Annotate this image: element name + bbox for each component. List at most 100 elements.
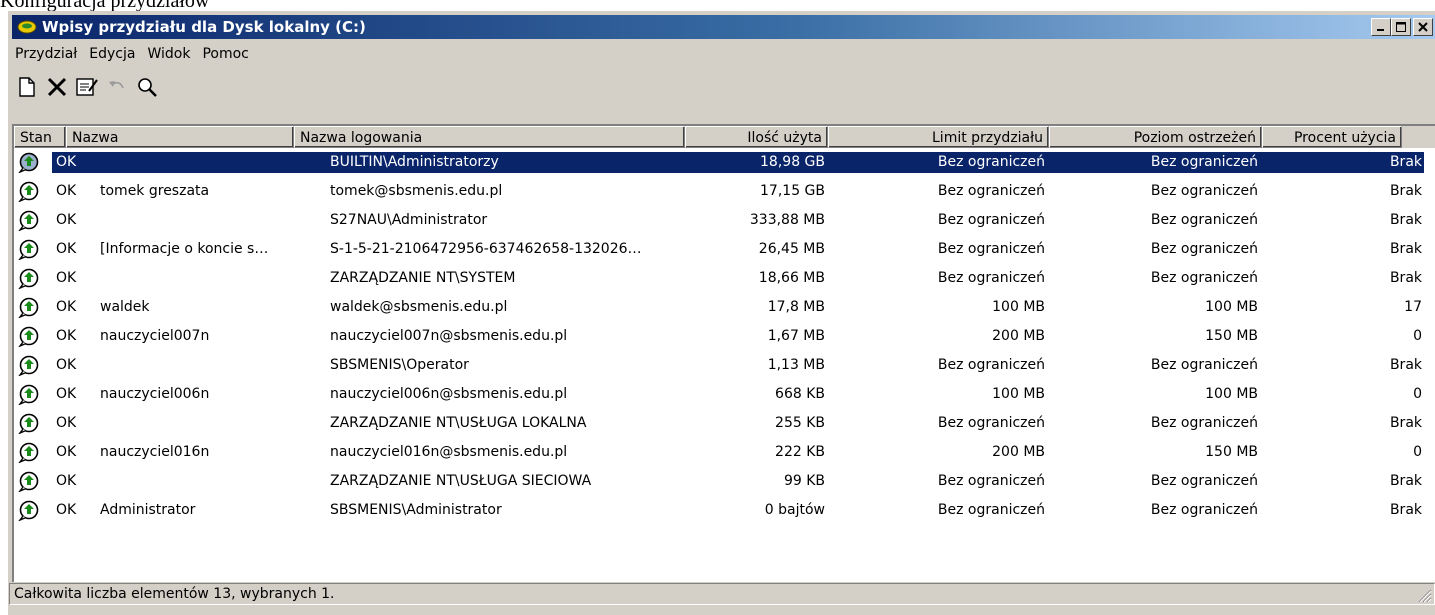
table-row[interactable]: OK ZARZĄDZANIE NT\USŁUGA SIECIOWA 99 KB Bez… (14, 467, 1435, 496)
cell-procent-uzycia: 0 (1413, 386, 1422, 402)
status-bar: Całkowita liczba elementów 13, wybranych… (9, 583, 1435, 605)
cell-nazwa-logowania: waldek@sbsmenis.edu.pl (330, 299, 508, 315)
table-row[interactable]: OK S27NAU\Administrator 333,88 MB Bez ogran… (14, 206, 1435, 235)
cell-nazwa: waldek (100, 299, 150, 315)
cell-procent-uzycia: Brak (1389, 502, 1422, 518)
col-header-poziom-ostrzezen[interactable]: Poziom ostrzeżeń (1049, 126, 1262, 148)
table-row[interactable]: OK nauczyciel006n nauczyciel006n@sbsmenis.… (14, 380, 1435, 409)
cell-nazwa-logowania: nauczyciel007n@sbsmenis.edu.pl (330, 328, 568, 344)
cell-nazwa-logowania: SBSMENIS\Administrator (330, 502, 502, 518)
cell-ilosc-uzyta: 18,66 MB (758, 270, 825, 286)
menu-pomoc[interactable]: Pomoc (196, 46, 254, 62)
col-header-limit-przydzialu[interactable]: Limit przydziału (828, 126, 1049, 148)
cell-poziom-ostrzezen: Bez ograniczeń (1150, 183, 1258, 199)
cell-poziom-ostrzezen: Bez ograniczeń (1150, 154, 1258, 170)
table-row[interactable]: OK nauczyciel007n nauczyciel007n@sbsmenis.… (14, 322, 1435, 351)
cell-stan: OK (56, 154, 77, 170)
menu-przydzial[interactable]: Przydział (12, 46, 83, 62)
menu-edycja[interactable]: Edycja (83, 46, 141, 62)
table-row[interactable]: OK ZARZĄDZANIE NT\SYSTEM 18,66 MB Bez ogran… (14, 264, 1435, 293)
undo-button[interactable] (102, 72, 132, 102)
cell-poziom-ostrzezen: Bez ograniczeń (1150, 270, 1258, 286)
table-row[interactable]: OK SBSMENIS\Operator 1,13 MB Bez ograniczeń… (14, 351, 1435, 380)
cell-limit-przydzialu: Bez ograniczeń (937, 502, 1045, 518)
menu-widok[interactable]: Widok (141, 46, 196, 62)
cell-nazwa-logowania: ZARZĄDZANIE NT\USŁUGA SIECIOWA (330, 473, 592, 489)
cell-poziom-ostrzezen: 100 MB (1205, 299, 1258, 315)
cell-ilosc-uzyta: 17,8 MB (767, 299, 825, 315)
table-row[interactable]: OK [Informacje o koncie s… S-1-5-21-210647… (14, 235, 1435, 264)
cell-nazwa (100, 264, 286, 293)
col-header-procent-uzycia[interactable]: Procent użycia (1262, 126, 1402, 148)
minimize-icon (1377, 29, 1384, 31)
cell-stan: OK (56, 444, 77, 460)
status-ok-icon (18, 297, 39, 318)
quota-list[interactable]: Stan Nazwa Nazwa logowania Ilość użyta L… (12, 124, 1435, 582)
cell-nazwa (100, 409, 286, 438)
status-ok-icon (18, 181, 39, 202)
cell-poziom-ostrzezen: 150 MB (1205, 328, 1258, 344)
cell-poziom-ostrzezen: Bez ograniczeń (1150, 212, 1258, 228)
cell-nazwa-logowania: S-1-5-21-2106472956-637462658-132026… (330, 241, 642, 257)
cell-poziom-ostrzezen: Bez ograniczeń (1150, 473, 1258, 489)
cell-procent-uzycia: 0 (1413, 328, 1422, 344)
cell-ilosc-uzyta: 26,45 MB (758, 241, 825, 257)
cell-ilosc-uzyta: 18,98 GB (760, 154, 825, 170)
new-quota-entry-button[interactable] (12, 72, 42, 102)
cell-nazwa-logowania: nauczyciel006n@sbsmenis.edu.pl (330, 386, 568, 402)
cell-ilosc-uzyta: 1,13 MB (767, 357, 825, 373)
properties-button[interactable] (72, 72, 102, 102)
find-button[interactable] (132, 72, 162, 102)
col-header-nazwa-logowania[interactable]: Nazwa logowania (294, 126, 685, 148)
cell-nazwa-logowania: BUILTIN\Administratorzy (330, 154, 499, 170)
magnifier-icon (138, 78, 157, 97)
cell-limit-przydzialu: Bez ograniczeń (937, 212, 1045, 228)
status-ok-icon (18, 471, 39, 492)
table-row[interactable]: OK BUILTIN\Administratorzy 18,98 GB Bez ogr… (14, 148, 1435, 177)
cell-ilosc-uzyta: 99 KB (783, 473, 825, 489)
minimize-button[interactable] (1371, 18, 1391, 36)
table-row[interactable]: OK ZARZĄDZANIE NT\USŁUGA LOKALNA 255 KB Bez… (14, 409, 1435, 438)
close-icon (1418, 22, 1428, 32)
cell-nazwa-logowania: nauczyciel016n@sbsmenis.edu.pl (330, 444, 568, 460)
window-controls (1371, 18, 1433, 36)
disk-quota-icon (16, 19, 38, 35)
table-row[interactable]: OK tomek greszata tomek@sbsmenis.edu.pl 17,… (14, 177, 1435, 206)
cell-nazwa: tomek greszata (100, 183, 210, 199)
status-ok-icon (18, 326, 39, 347)
table-row[interactable]: OK Administrator SBSMENIS\Administrator 0 b… (14, 496, 1435, 525)
maximize-button[interactable] (1391, 18, 1411, 36)
cell-procent-uzycia: Brak (1389, 357, 1422, 373)
col-header-stan[interactable]: Stan (14, 126, 66, 148)
cell-nazwa: nauczyciel006n (100, 386, 210, 402)
status-ok-icon (18, 384, 39, 405)
cell-stan: OK (56, 241, 77, 257)
titlebar[interactable]: Wpisy przydziału dla Dysk lokalny (C:) (12, 15, 1435, 39)
status-ok-icon (18, 355, 39, 376)
col-header-ilosc-uzyta[interactable]: Ilość użyta (685, 126, 828, 148)
cell-limit-przydzialu: Bez ograniczeń (937, 183, 1045, 199)
maximize-icon (1396, 22, 1406, 32)
status-ok-icon (18, 152, 39, 173)
cell-limit-przydzialu: Bez ograniczeń (937, 154, 1045, 170)
status-ok-icon (18, 500, 39, 521)
cell-poziom-ostrzezen: Bez ograniczeń (1150, 415, 1258, 431)
cell-limit-przydzialu: Bez ograniczeń (937, 415, 1045, 431)
cell-nazwa: nauczyciel016n (100, 444, 210, 460)
table-row[interactable]: OK waldek waldek@sbsmenis.edu.pl 17,8 MB 100… (14, 293, 1435, 322)
col-header-nazwa[interactable]: Nazwa (66, 126, 294, 148)
cell-nazwa-logowania: S27NAU\Administrator (330, 212, 488, 228)
undo-icon (109, 81, 124, 89)
close-button[interactable] (1413, 18, 1433, 36)
cell-limit-przydzialu: 200 MB (992, 444, 1045, 460)
resize-grip-icon[interactable] (1416, 587, 1432, 603)
delete-button[interactable] (42, 72, 72, 102)
cell-poziom-ostrzezen: 150 MB (1205, 444, 1258, 460)
cell-ilosc-uzyta: 222 KB (775, 444, 825, 460)
menubar: Przydział Edycja Widok Pomoc (12, 42, 1435, 66)
table-row[interactable]: OK nauczyciel016n nauczyciel016n@sbsmenis.… (14, 438, 1435, 467)
cell-ilosc-uzyta: 255 KB (775, 415, 825, 431)
cell-stan: OK (56, 299, 77, 315)
status-ok-icon (18, 239, 39, 260)
cell-procent-uzycia: Brak (1389, 270, 1422, 286)
